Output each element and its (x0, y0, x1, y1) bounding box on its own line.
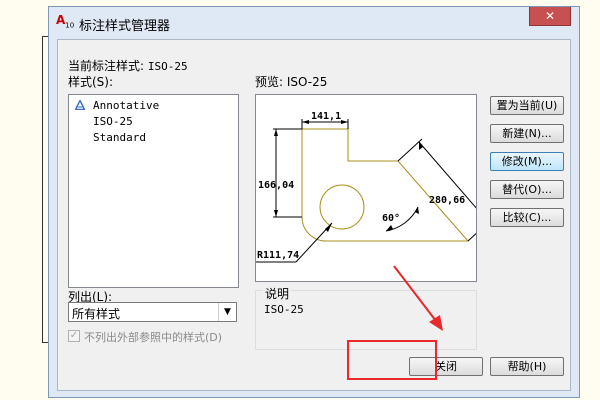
highlight-box (347, 340, 437, 380)
annotation-arrow (393, 265, 443, 331)
